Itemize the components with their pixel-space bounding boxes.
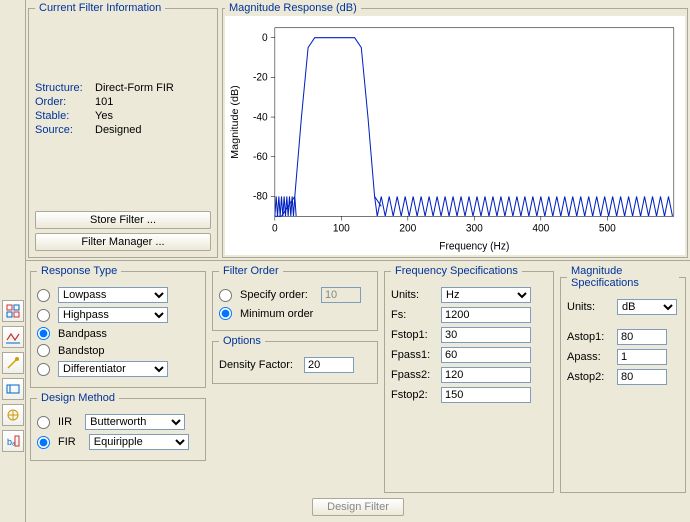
- tool-icon-2[interactable]: [2, 326, 24, 348]
- svg-text:400: 400: [532, 223, 549, 234]
- store-filter-button[interactable]: Store Filter ...: [35, 211, 211, 229]
- frequency-spec-panel: Frequency Specifications Units: Hz Fs: Fs…: [384, 265, 554, 493]
- fpass1-label: Fpass1:: [391, 349, 436, 361]
- tool-icon-5[interactable]: [2, 404, 24, 426]
- mag-spec-legend: Magnitude Specifications: [567, 265, 679, 289]
- bandpass-label: Bandpass: [58, 328, 107, 340]
- fpass2-input[interactable]: [441, 367, 531, 383]
- svg-text:-60: -60: [253, 152, 268, 163]
- magnitude-response-panel: Magnitude Response (dB) 0 -20 -40 -60 -80 0 10…: [222, 2, 688, 258]
- fstop2-label: Fstop2:: [391, 389, 436, 401]
- design-filter-button[interactable]: Design Filter: [312, 498, 404, 516]
- iir-select[interactable]: Butterworth: [85, 414, 185, 430]
- fstop1-input[interactable]: [441, 327, 531, 343]
- stable-label: Stable:: [35, 110, 95, 122]
- bandstop-label: Bandstop: [58, 345, 104, 357]
- iir-radio[interactable]: [37, 416, 50, 429]
- svg-text:100: 100: [333, 223, 350, 234]
- iir-label: IIR: [58, 416, 72, 428]
- filter-manager-button[interactable]: Filter Manager ...: [35, 233, 211, 251]
- astop1-input[interactable]: [617, 329, 667, 345]
- minimum-order-radio[interactable]: [219, 307, 232, 320]
- response-type-panel: Response Type Lowpass Highpass Bandpass …: [30, 265, 206, 388]
- filter-info-legend: Current Filter Information: [35, 2, 165, 14]
- differentiator-select[interactable]: Differentiator: [58, 361, 168, 377]
- options-panel: Options Density Factor:: [212, 335, 378, 384]
- fir-radio[interactable]: [37, 436, 50, 449]
- structure-value: Direct-Form FIR: [95, 82, 174, 94]
- svg-text:300: 300: [466, 223, 483, 234]
- fs-input[interactable]: [441, 307, 531, 323]
- fs-label: Fs:: [391, 309, 436, 321]
- design-method-legend: Design Method: [37, 392, 119, 404]
- design-method-panel: Design Method IIR Butterworth FIR Equiri…: [30, 392, 206, 461]
- svg-text:200: 200: [399, 223, 416, 234]
- stable-value: Yes: [95, 110, 113, 122]
- svg-text:0: 0: [272, 223, 278, 234]
- tool-icon-3[interactable]: [2, 352, 24, 374]
- filter-info-panel: Current Filter Information Structure:Dir…: [28, 2, 218, 258]
- highpass-select[interactable]: Highpass: [58, 307, 168, 323]
- tool-icon-1[interactable]: [2, 300, 24, 322]
- side-toolbar: bₐ: [0, 0, 26, 522]
- minimum-order-label: Minimum order: [240, 308, 313, 320]
- chart-legend: Magnitude Response (dB): [225, 2, 361, 14]
- options-legend: Options: [219, 335, 265, 347]
- mag-units-label: Units:: [567, 301, 612, 313]
- svg-text:Frequency (Hz): Frequency (Hz): [439, 241, 509, 252]
- source-label: Source:: [35, 124, 95, 136]
- structure-label: Structure:: [35, 82, 95, 94]
- fstop2-input[interactable]: [441, 387, 531, 403]
- order-value: 101: [95, 96, 113, 108]
- lowpass-select[interactable]: Lowpass: [58, 287, 168, 303]
- highpass-radio[interactable]: [37, 309, 50, 322]
- tool-icon-6[interactable]: bₐ: [2, 430, 24, 452]
- fir-label: FIR: [58, 436, 76, 448]
- bandpass-radio[interactable]: [37, 327, 50, 340]
- chart-plot: 0 -20 -40 -60 -80 0 100 200 300 400 500 Frequency (…: [225, 16, 685, 255]
- mag-units-select[interactable]: dB: [617, 299, 677, 315]
- bandstop-radio[interactable]: [37, 344, 50, 357]
- magnitude-spec-panel: Magnitude Specifications Units: dB Astop1…: [560, 265, 686, 493]
- source-value: Designed: [95, 124, 141, 136]
- astop2-input[interactable]: [617, 369, 667, 385]
- astop1-label: Astop1:: [567, 331, 612, 343]
- astop2-label: Astop2:: [567, 371, 612, 383]
- filter-order-panel: Filter Order Specify order: Minimum orde…: [212, 265, 378, 331]
- order-label: Order:: [35, 96, 95, 108]
- svg-text:-20: -20: [253, 72, 268, 83]
- density-factor-input[interactable]: [304, 357, 354, 373]
- freq-units-label: Units:: [391, 289, 436, 301]
- apass-label: Apass:: [567, 351, 612, 363]
- svg-text:-80: -80: [253, 191, 268, 202]
- freq-units-select[interactable]: Hz: [441, 287, 531, 303]
- svg-text:0: 0: [262, 33, 268, 44]
- specify-order-input: [321, 287, 361, 303]
- svg-text:500: 500: [599, 223, 616, 234]
- freq-spec-legend: Frequency Specifications: [391, 265, 522, 277]
- filter-order-legend: Filter Order: [219, 265, 283, 277]
- fpass2-label: Fpass2:: [391, 369, 436, 381]
- density-factor-label: Density Factor:: [219, 359, 299, 371]
- tool-icon-4[interactable]: [2, 378, 24, 400]
- lowpass-radio[interactable]: [37, 289, 50, 302]
- apass-input[interactable]: [617, 349, 667, 365]
- fstop1-label: Fstop1:: [391, 329, 436, 341]
- fpass1-input[interactable]: [441, 347, 531, 363]
- differentiator-radio[interactable]: [37, 363, 50, 376]
- svg-text:Magnitude (dB): Magnitude (dB): [230, 85, 241, 159]
- fir-select[interactable]: Equiripple: [89, 434, 189, 450]
- specify-order-radio[interactable]: [219, 289, 232, 302]
- response-type-legend: Response Type: [37, 265, 121, 277]
- svg-text:-40: -40: [253, 112, 268, 123]
- specify-order-label: Specify order:: [240, 289, 308, 301]
